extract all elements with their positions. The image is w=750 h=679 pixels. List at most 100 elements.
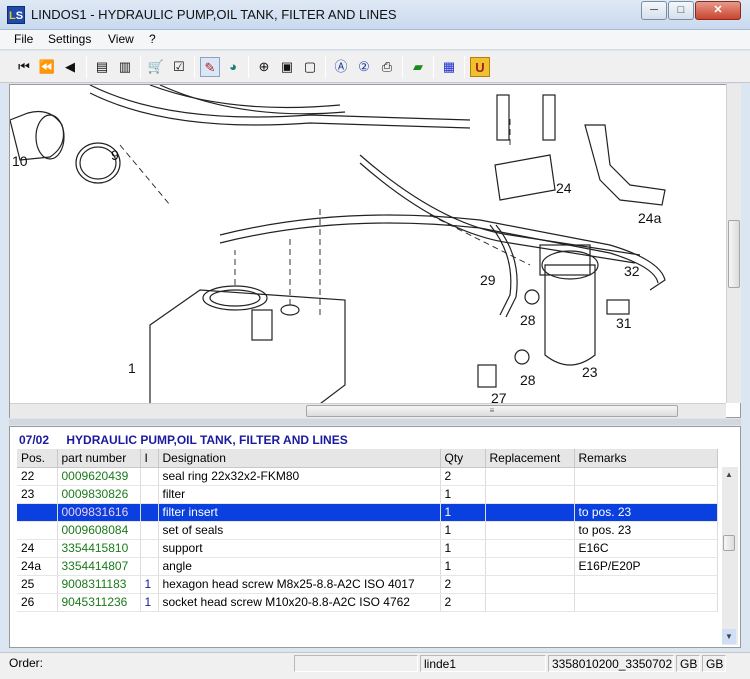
back-button[interactable]: ◀ [60,57,80,77]
callout-label: 1 [128,360,136,376]
table-row[interactable]: 0009608084 set of seals 1 to pos. 23 [17,521,718,540]
print-button[interactable]: ⎙ [377,57,397,77]
cell-remarks [574,485,718,504]
table-row[interactable]: 26 9045311236 1 socket head screw M10x20… [17,593,718,612]
drawing-vertical-scrollbar[interactable] [726,84,741,403]
parts-vertical-scrollbar[interactable]: ▲ ▼ [722,467,738,645]
cart-button[interactable]: 🛒 [146,57,166,77]
section-title: HYDRAULIC PUMP,OIL TANK, FILTER AND LINE… [66,433,348,447]
first-icon: ⏮ [18,59,30,74]
prev-page-icon: ▤ [95,59,109,74]
page-button[interactable]: ▢ [300,57,320,77]
prev-page-button[interactable]: ▤ [92,57,112,77]
callout-label: 31 [616,315,632,331]
u-button[interactable]: U [470,57,490,77]
cell-remarks: to pos. 23 [574,521,718,540]
section-code: 07/02 [19,433,50,447]
cell-indicator [140,557,159,576]
cell-designation: filter insert [158,503,441,522]
cell-replacement [485,557,575,576]
cell-part-number: 9008311183 [57,575,141,594]
column-header-designation[interactable]: Designation [158,449,441,468]
menu-file[interactable]: File [14,32,33,46]
table-row[interactable]: 23 0009830826 filter 1 [17,485,718,504]
table-row[interactable]: 24a 3354414807 angle 1 E16P/E20P [17,557,718,576]
order-field [294,655,418,672]
table-row[interactable]: 24 3354415810 support 1 E16C [17,539,718,558]
column-header-remarks[interactable]: Remarks [574,449,718,468]
app-logo-icon: LS [7,6,25,24]
column-header-replacement[interactable]: Replacement [485,449,575,468]
search-a-icon: Ⓐ [334,59,348,74]
cell-replacement [485,485,575,504]
cell-qty: 1 [440,557,486,576]
table-row-selected[interactable]: 0009831616 filter insert 1 to pos. 23 [17,503,718,522]
parts-table: Pos. part number I Designation Qty Repla… [17,449,718,612]
menu-settings[interactable]: Settings [48,32,91,46]
table-header-row: Pos. part number I Designation Qty Repla… [17,449,718,468]
zoom-icon: ⊕ [258,59,270,74]
minimize-button[interactable]: ─ [641,1,667,20]
menu-help[interactable]: ? [149,32,156,46]
cell-part-number: 0009830826 [57,485,141,504]
column-header-part-number[interactable]: part number [57,449,141,468]
cell-designation: socket head screw M10x20-8.8-A2C ISO 476… [158,593,441,612]
page-fit-icon: ▣ [280,59,294,74]
callout-label: 9 [111,147,119,163]
globe-button[interactable]: ◕ [223,57,243,77]
cell-indicator [140,539,159,558]
window-title: LINDOS1 - HYDRAULIC PUMP,OIL TANK, FILTE… [31,7,397,22]
cell-designation: set of seals [158,521,441,540]
ids-field: 3358010200_3350702 [548,655,674,672]
close-button[interactable]: ✕ [695,1,741,20]
cell-pos [17,503,58,522]
cell-indicator [140,485,159,504]
cell-pos: 25 [17,575,58,594]
cell-part-number: 0009608084 [57,521,141,540]
maximize-button[interactable]: □ [668,1,694,20]
cell-designation: seal ring 22x32x2-FKM80 [158,467,441,486]
order-label: Order: [6,655,292,672]
page-fit-button[interactable]: ▣ [277,57,297,77]
column-header-indicator[interactable]: I [140,449,159,468]
drawing-vscroll-thumb[interactable] [728,220,740,288]
cell-pos: 22 [17,467,58,486]
pointer-pen-button[interactable]: ✎ [200,57,220,77]
exploded-drawing-view[interactable]: 10 9 24 24a 29 32 28 31 1 28 23 27 [9,84,741,418]
callout-label: 29 [480,272,496,288]
table-row[interactable]: 25 9008311183 1 hexagon head screw M8x25… [17,575,718,594]
fast-back-button[interactable]: ⏪ [37,57,57,77]
toolbar-separator [433,56,434,78]
cell-part-number: 9045311236 [57,593,141,612]
menu-view[interactable]: View [108,32,134,46]
cell-part-number: 0009831616 [57,503,141,522]
toolbar-separator [464,56,465,78]
next-page-button[interactable]: ▥ [115,57,135,77]
support-part [494,154,556,201]
column-header-qty[interactable]: Qty [440,449,486,468]
fast-back-icon: ⏪ [38,59,56,74]
parts-vscroll-thumb[interactable] [723,535,735,551]
exploded-drawing: 10 9 24 24a 29 32 28 31 1 28 23 27 [10,85,666,417]
grid-button[interactable]: ▦ [439,57,459,77]
first-page-button[interactable]: ⏮ [14,57,34,77]
checklist-icon: ☑ [173,59,185,74]
toolbar-separator [248,56,249,78]
search-a-button[interactable]: Ⓐ [331,57,351,77]
zoom-button[interactable]: ⊕ [254,57,274,77]
status-bar: Order: linde1 3358010200_3350702 GB GB [0,652,750,679]
globe-icon: ◕ [229,59,237,74]
checklist-button[interactable]: ☑ [169,57,189,77]
next-page-icon: ▥ [118,59,132,74]
table-row[interactable]: 22 0009620439 seal ring 22x32x2-FKM80 2 [17,467,718,486]
book-button[interactable]: ▰ [408,57,428,77]
scroll-down-arrow[interactable]: ▼ [722,629,736,644]
search-2-button[interactable]: ② [354,57,374,77]
cell-designation: hexagon head screw M8x25-8.8-A2C ISO 401… [158,575,441,594]
column-header-pos[interactable]: Pos. [17,449,58,468]
cell-replacement [485,539,575,558]
panel-splitter[interactable] [9,419,741,425]
drawing-hscroll-thumb[interactable]: ≡ [306,405,678,417]
scroll-up-arrow[interactable]: ▲ [722,467,736,482]
drawing-horizontal-scrollbar[interactable]: ≡ [10,403,726,418]
